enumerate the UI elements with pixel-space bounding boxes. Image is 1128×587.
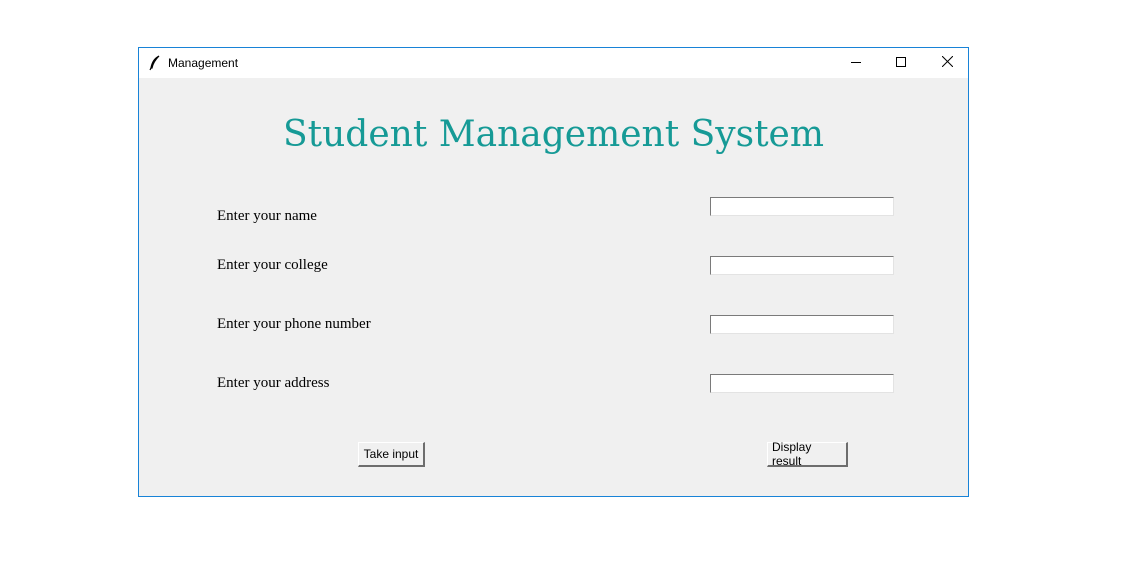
maximize-button[interactable]: [878, 48, 924, 78]
name-label: Enter your name: [217, 208, 317, 224]
minimize-button[interactable]: [833, 48, 879, 78]
college-label: Enter your college: [217, 257, 328, 273]
minimize-icon: [851, 54, 861, 72]
window-title: Management: [168, 56, 239, 70]
title-bar[interactable]: Management: [139, 48, 968, 78]
feather-icon: [148, 55, 162, 71]
close-icon: [941, 54, 953, 72]
address-input[interactable]: [710, 374, 894, 393]
phone-input[interactable]: [710, 315, 894, 334]
display-result-button[interactable]: Display result: [767, 440, 848, 468]
address-label: Enter your address: [217, 375, 330, 391]
close-button[interactable]: [924, 48, 970, 78]
college-input[interactable]: [710, 256, 894, 275]
maximize-icon: [896, 54, 906, 72]
take-input-button[interactable]: Take input: [358, 442, 425, 467]
page-title: Student Management System: [282, 114, 824, 155]
name-input[interactable]: [710, 197, 894, 216]
phone-label: Enter your phone number: [217, 316, 371, 332]
app-window: Management Student Management System Ent…: [138, 47, 969, 497]
